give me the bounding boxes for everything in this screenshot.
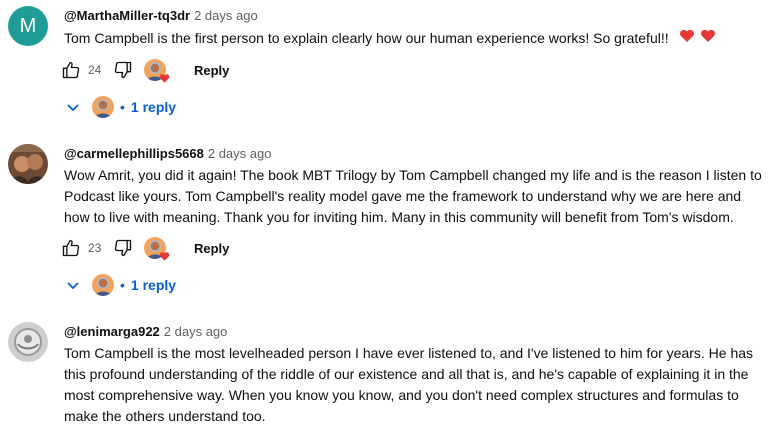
creator-avatar [92,96,114,118]
creator-heart-badge [144,237,170,261]
thumbs-up-icon [62,239,80,257]
creator-avatar [92,274,114,296]
timestamp[interactable]: 2 days ago [164,324,228,339]
comment-thread: @lenimarga922 2 days ago Tom Campbell is … [0,316,773,429]
reply-button[interactable]: Reply [194,63,229,78]
thumbs-down-icon [114,61,132,79]
comment-header: @MarthaMiller-tq3dr 2 days ago [64,8,258,23]
avatar[interactable] [8,322,48,362]
chevron-down-icon [67,104,79,112]
avatar-letter: M [19,14,37,37]
separator-dot: • [120,99,125,115]
comment-actions: 23 Reply [60,234,229,262]
thumbs-up-icon [62,61,80,79]
comment-body: Tom Campbell is the most levelheaded per… [64,345,754,424]
like-button[interactable] [60,59,82,81]
author-name[interactable]: @MarthaMiller-tq3dr [64,8,190,23]
heart-emoji-icon [679,29,717,46]
comment-header: @carmellephillips5668 2 days ago [64,146,271,161]
timestamp[interactable]: 2 days ago [194,8,258,23]
chevron-down-icon [67,282,79,290]
comment-body: Tom Campbell is the first person to expl… [64,30,669,46]
author-name[interactable]: @carmellephillips5668 [64,146,204,161]
replies-count-label[interactable]: 1 reply [131,277,176,293]
comment-text: Wow Amrit, you did it again! The book MB… [64,165,766,228]
comment-body: Wow Amrit, you did it again! The book MB… [64,167,762,225]
like-count: 24 [88,63,102,77]
comment-text: Tom Campbell is the most levelheaded per… [64,343,766,427]
creator-heart-badge [144,59,170,83]
separator-dot: • [120,277,125,293]
like-button[interactable] [60,237,82,259]
comment-header: @lenimarga922 2 days ago [64,324,227,339]
thumbs-down-icon [114,239,132,257]
comment-text: Tom Campbell is the first person to expl… [64,28,764,49]
dislike-button[interactable] [112,237,134,259]
heart-icon [159,252,170,261]
comment-thread: M @MarthaMiller-tq3dr 2 days ago Tom Camp… [0,0,773,120]
like-count: 23 [88,241,102,255]
author-name[interactable]: @lenimarga922 [64,324,160,339]
timestamp[interactable]: 2 days ago [208,146,272,161]
comment-actions: 24 Reply [60,56,229,84]
dislike-button[interactable] [112,59,134,81]
replies-count-label[interactable]: 1 reply [131,99,176,115]
reply-button[interactable]: Reply [194,241,229,256]
avatar[interactable] [8,144,48,184]
comment-thread: @carmellephillips5668 2 days ago Wow Amri… [0,138,773,308]
avatar[interactable]: M [8,6,48,46]
view-replies-button[interactable]: • 1 reply [66,94,176,120]
view-replies-button[interactable]: • 1 reply [66,272,176,298]
heart-icon [159,74,170,83]
